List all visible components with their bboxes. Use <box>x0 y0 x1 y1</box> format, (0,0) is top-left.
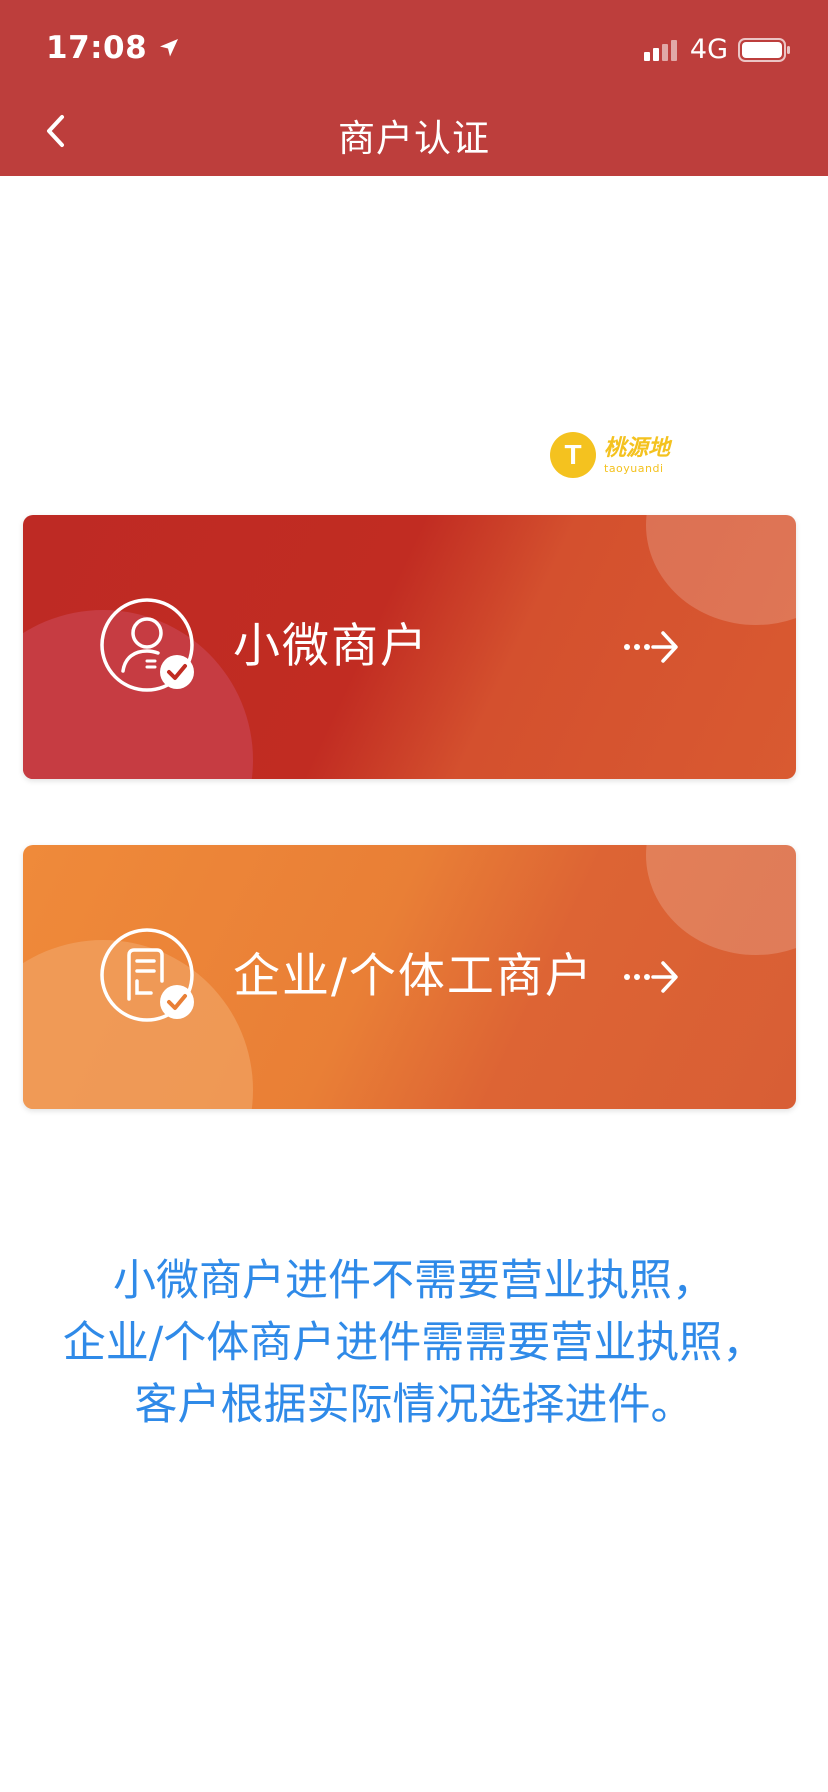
location-arrow-icon <box>160 39 179 57</box>
dotted-arrow-right-icon <box>624 961 678 993</box>
card-decoration <box>646 515 796 625</box>
micro-merchant-card[interactable]: 小微商户 <box>23 515 796 779</box>
status-time: 17:08 <box>46 30 181 66</box>
navigation-bar: 商户认证 <box>0 90 828 176</box>
info-line: 小微商户进件不需要营业执照， <box>113 1256 715 1306</box>
merchant-person-icon <box>100 598 194 692</box>
status-time-text: 17:08 <box>46 30 148 66</box>
info-line: 企业/个体商户进件需需要营业执照， <box>62 1318 766 1368</box>
card-decoration <box>646 845 796 955</box>
header-bar: 17:08 4G 商户认证 <box>0 0 828 176</box>
watermark-badge-icon: T <box>550 432 596 478</box>
watermark-text-cn: 桃源地 <box>604 434 671 461</box>
watermark-text-en: taoyuandi <box>604 461 664 475</box>
dotted-arrow-right-icon <box>624 631 678 663</box>
network-type: 4G <box>689 34 728 65</box>
watermark-logo: T 桃源地 taoyuandi <box>550 432 670 478</box>
status-bar: 17:08 4G <box>0 0 828 100</box>
info-description: 小微商户进件不需要营业执照， 企业/个体商户进件需需要营业执照， 客户根据实际情… <box>0 1250 828 1436</box>
info-line: 客户根据实际情况选择进件。 <box>134 1380 694 1430</box>
enterprise-merchant-card[interactable]: 企业/个体工商户 <box>23 845 796 1109</box>
business-license-icon <box>100 928 194 1022</box>
page-title: 商户认证 <box>338 117 490 160</box>
watermark-text: 桃源地 taoyuandi <box>604 437 670 474</box>
micro-merchant-label: 小微商户 <box>233 619 429 674</box>
battery-icon <box>738 37 790 62</box>
cellular-signal-icon <box>643 39 677 61</box>
enterprise-merchant-label: 企业/个体工商户 <box>233 949 594 1004</box>
status-indicators: 4G <box>643 34 792 65</box>
